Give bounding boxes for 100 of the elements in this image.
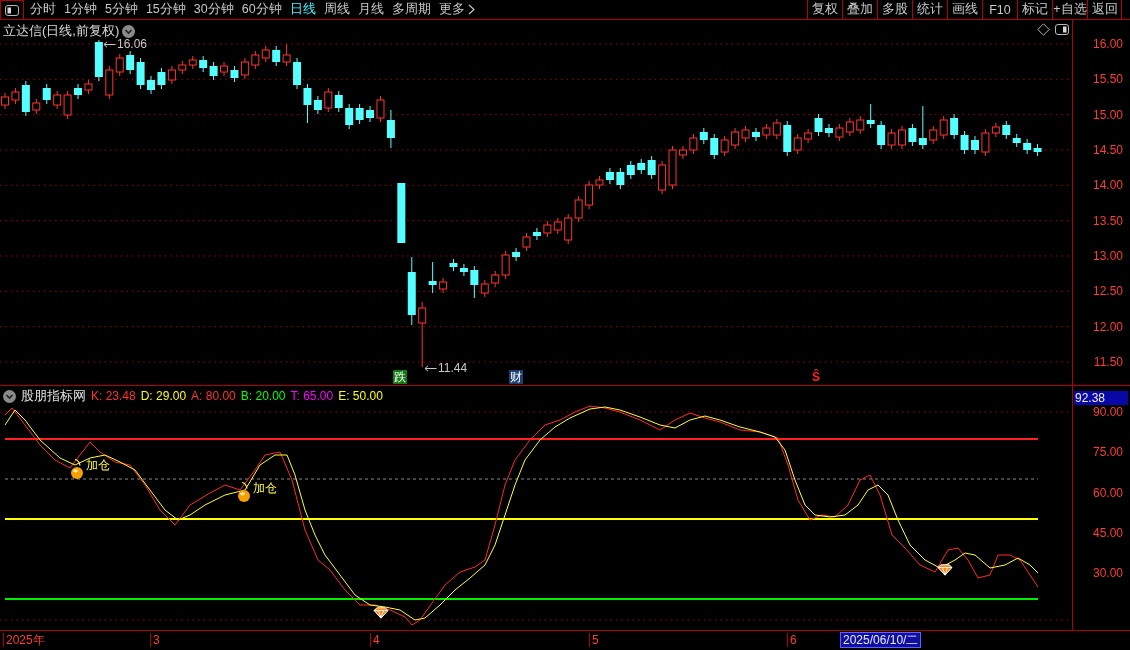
- period-tab[interactable]: 月线: [353, 0, 388, 19]
- falling-candle: [428, 261, 437, 294]
- axis-label: 14.00: [1092, 178, 1123, 193]
- axis-label: 45.00: [1092, 525, 1123, 540]
- chevron-right-icon: [467, 4, 475, 15]
- axis-label: 60.00: [1092, 485, 1123, 500]
- rising-candle: [251, 50, 260, 70]
- arrow-icon: [424, 364, 437, 372]
- falling-candle: [626, 160, 635, 180]
- falling-candle: [94, 39, 103, 82]
- rising-candle: [240, 57, 249, 80]
- falling-candle: [710, 133, 719, 160]
- falling-candle: [512, 247, 521, 262]
- time-axis-label: 3: [150, 633, 160, 647]
- falling-candle: [783, 120, 792, 157]
- falling-candle: [866, 103, 875, 129]
- rising-candle: [178, 60, 187, 75]
- time-axis-label: 5: [589, 633, 599, 647]
- panel-icon[interactable]: [1055, 24, 1069, 35]
- falling-candle: [532, 227, 541, 241]
- rising-candle: [845, 117, 854, 137]
- toolbar-button[interactable]: +自选: [1052, 0, 1087, 19]
- period-tab[interactable]: 多周期: [387, 0, 435, 19]
- current-value-label: 92.38: [1074, 391, 1128, 405]
- falling-candle: [136, 57, 145, 90]
- signal-tag: 财: [509, 370, 523, 384]
- marker-label: 加仓: [253, 481, 277, 495]
- falling-candle: [470, 265, 479, 299]
- panel-toggle-button[interactable]: [0, 0, 24, 19]
- diamond-icon[interactable]: [1037, 23, 1050, 36]
- falling-candle: [407, 256, 416, 326]
- rising-candle: [261, 45, 270, 63]
- axis-label: 30.00: [1092, 566, 1123, 581]
- period-tab[interactable]: 1分钟: [60, 0, 101, 19]
- falling-candle: [971, 135, 979, 155]
- rising-candle: [939, 115, 948, 140]
- rising-candle: [376, 95, 385, 123]
- gem-icon: [373, 607, 389, 619]
- rising-candle: [762, 123, 771, 140]
- ball-marker-icon: [70, 458, 85, 480]
- rising-candle: [887, 128, 896, 150]
- axis-label: 12.50: [1092, 284, 1123, 299]
- indicator-name: 股朋指标网: [21, 387, 86, 405]
- falling-candle: [950, 113, 959, 140]
- falling-candle: [1033, 143, 1042, 157]
- rising-candle: [282, 43, 291, 67]
- rising-candle: [804, 128, 813, 144]
- falling-candle: [126, 50, 135, 75]
- gem-icon: [937, 564, 953, 576]
- rising-candle: [731, 127, 740, 150]
- rising-candle: [564, 213, 573, 245]
- falling-candle: [449, 258, 458, 272]
- falling-candle: [355, 103, 364, 125]
- toolbar-button[interactable]: 返回: [1087, 0, 1122, 19]
- indicator-value: A: 80.00: [191, 389, 236, 403]
- period-tab[interactable]: 30分钟: [189, 0, 238, 19]
- dropdown-icon[interactable]: [122, 24, 136, 38]
- indicator-value: T: 65.00: [290, 389, 334, 403]
- rising-candle: [856, 115, 865, 135]
- more-menu-button[interactable]: 更多: [434, 0, 479, 19]
- falling-candle: [230, 65, 239, 83]
- rising-candle: [1, 92, 9, 110]
- falling-candle: [459, 263, 468, 277]
- falling-candle: [960, 130, 969, 155]
- falling-candle: [699, 127, 708, 145]
- rising-candle: [929, 125, 938, 145]
- dropdown-icon[interactable]: [3, 389, 16, 403]
- cursor-date-label: 2025/06/10/二: [840, 632, 922, 648]
- falling-candle: [21, 80, 30, 117]
- rising-candle: [553, 217, 562, 235]
- rising-candle: [522, 232, 531, 252]
- arrow-icon: [103, 40, 116, 48]
- signal-letter: Ŝ: [812, 370, 820, 384]
- rising-candle: [772, 118, 781, 140]
- axis-label: 15.50: [1092, 72, 1123, 87]
- falling-candle: [209, 61, 218, 81]
- time-axis-label: 6: [787, 633, 797, 647]
- axis-label: 13.00: [1092, 248, 1123, 263]
- falling-candle: [334, 90, 343, 113]
- falling-candle: [877, 120, 886, 150]
- period-tab[interactable]: 60分钟: [237, 0, 286, 19]
- rising-candle: [574, 195, 583, 223]
- axis-label: 13.50: [1092, 213, 1123, 228]
- period-tab[interactable]: 日线: [285, 0, 320, 19]
- period-tab[interactable]: 5分钟: [100, 0, 142, 19]
- falling-candle: [199, 55, 208, 73]
- falling-candle: [1012, 133, 1021, 148]
- axis-label: 14.50: [1092, 143, 1123, 157]
- period-tab[interactable]: 分时: [26, 0, 60, 19]
- rising-candle: [720, 135, 729, 157]
- marker-label: 加仓: [86, 458, 110, 472]
- indicator-value: B: 20.00: [240, 389, 286, 403]
- period-tab[interactable]: 周线: [319, 0, 354, 19]
- rising-candle: [898, 125, 906, 150]
- indicator-value: K: 23.48: [91, 389, 136, 403]
- rising-candle: [418, 301, 427, 368]
- falling-candle: [616, 167, 625, 190]
- period-tab[interactable]: 15分钟: [141, 0, 190, 19]
- rising-candle: [439, 277, 448, 294]
- falling-candle: [397, 182, 406, 244]
